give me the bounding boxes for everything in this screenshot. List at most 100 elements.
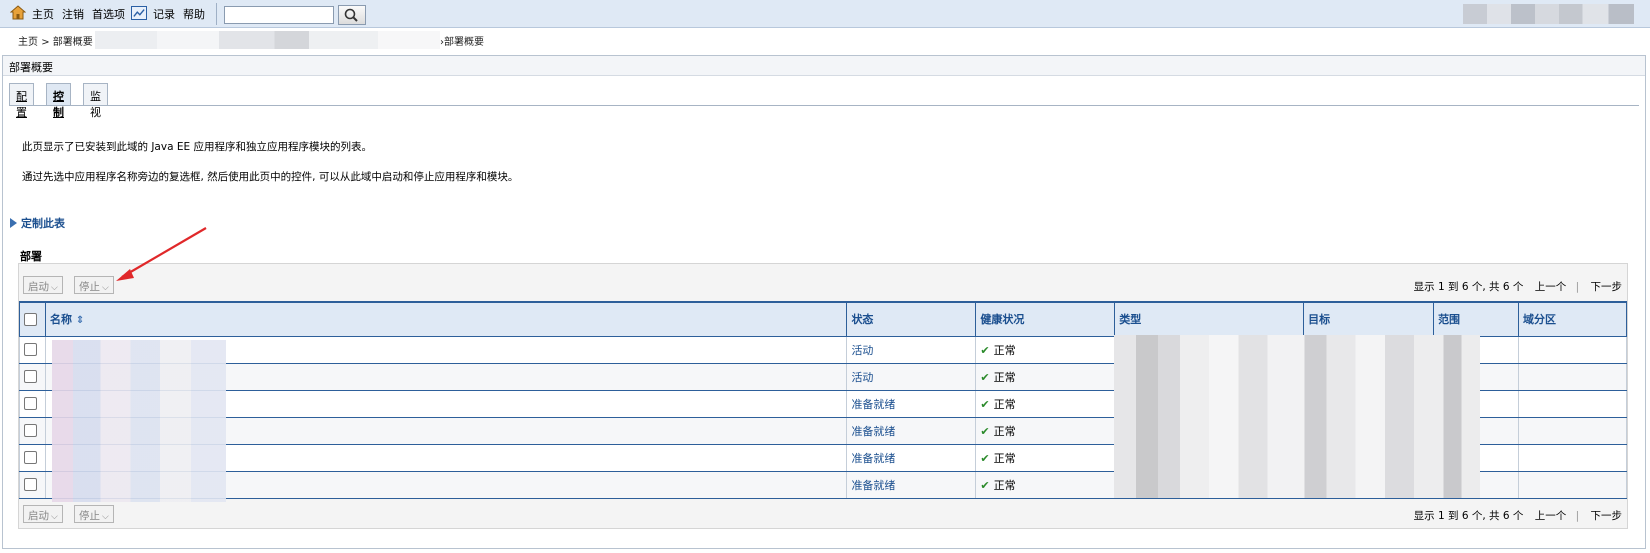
row-partition bbox=[1518, 336, 1627, 364]
row-state[interactable]: 活动 bbox=[846, 363, 977, 391]
row-health: ✔ 正常 bbox=[975, 417, 1116, 445]
record-icon[interactable] bbox=[131, 6, 147, 20]
pager-top: 显示 1 到 6 个, 共 6 个 上一个 | 下一步 bbox=[1413, 281, 1623, 293]
table-header-row: 名称 ⇕ 状态 健康状况 类型 目标 范围 域分区 bbox=[19, 301, 1627, 337]
breadcrumb: 主页 > 部署概要 : bbox=[18, 33, 99, 48]
col-partition[interactable]: 域分区 bbox=[1518, 301, 1627, 337]
row-partition bbox=[1518, 471, 1627, 499]
breadcrumb-home[interactable]: 主页 bbox=[18, 37, 38, 48]
stop-button-top[interactable]: 停止 ⌵ bbox=[74, 276, 114, 294]
pager-summary: 显示 1 到 6 个, 共 6 个 bbox=[1413, 510, 1524, 522]
col-health[interactable]: 健康状况 bbox=[975, 301, 1116, 337]
breadcrumb-current: ›部署概要 bbox=[440, 37, 484, 48]
row-health-label: 正常 bbox=[993, 451, 1016, 465]
type-target-scope-redacted bbox=[1114, 335, 1480, 498]
description-1: 此页显示了已安装到此域的 Java EE 应用程序和独立应用程序模块的列表。 bbox=[22, 141, 372, 153]
toolbar-divider bbox=[216, 3, 217, 25]
start-label: 启动 bbox=[28, 281, 49, 293]
tab-config[interactable]: 配置 bbox=[9, 83, 34, 119]
check-icon: ✔ bbox=[980, 451, 990, 465]
app-names-redacted bbox=[52, 340, 226, 502]
top-toolbar: 主页 注销 首选项 记录 帮助 bbox=[0, 0, 1650, 28]
check-icon: ✔ bbox=[980, 370, 990, 384]
tab-underline bbox=[9, 105, 1639, 106]
row-health-label: 正常 bbox=[993, 370, 1016, 384]
expand-arrow-icon bbox=[10, 218, 17, 228]
row-state[interactable]: 准备就绪 bbox=[846, 444, 977, 472]
pager-prev[interactable]: 上一个 bbox=[1535, 281, 1567, 293]
stop-button-bottom[interactable]: 停止 ⌵ bbox=[74, 505, 114, 523]
row-partition bbox=[1518, 417, 1627, 445]
row-state[interactable]: 准备就绪 bbox=[846, 390, 977, 418]
row-health: ✔ 正常 bbox=[975, 363, 1116, 391]
pager-bottom: 显示 1 到 6 个, 共 6 个 上一个 | 下一步 bbox=[1413, 510, 1623, 522]
section-title: 部署 bbox=[20, 250, 42, 263]
pager-prev[interactable]: 上一个 bbox=[1535, 510, 1567, 522]
row-checkbox[interactable] bbox=[24, 478, 37, 492]
row-partition bbox=[1518, 444, 1627, 472]
check-icon: ✔ bbox=[980, 478, 990, 492]
row-state[interactable]: 活动 bbox=[846, 336, 977, 364]
tab-monitor[interactable]: 监视 bbox=[83, 83, 108, 119]
stop-label: 停止 bbox=[79, 510, 100, 522]
col-scope[interactable]: 范围 bbox=[1433, 301, 1520, 337]
row-health: ✔ 正常 bbox=[975, 444, 1116, 472]
row-health: ✔ 正常 bbox=[975, 390, 1116, 418]
row-health: ✔ 正常 bbox=[975, 336, 1116, 364]
annotation-arrow-icon bbox=[116, 227, 207, 281]
breadcrumb-redacted bbox=[95, 31, 440, 49]
record-link[interactable]: 记录 bbox=[153, 6, 175, 22]
chevron-down-icon: ⌵ bbox=[102, 283, 109, 293]
sort-icon[interactable]: ⇕ bbox=[76, 315, 84, 326]
select-all-cell bbox=[19, 301, 46, 337]
search-button[interactable] bbox=[338, 5, 366, 25]
chevron-down-icon: ⌵ bbox=[51, 283, 58, 293]
col-name-label: 名称 bbox=[49, 313, 72, 327]
search-input[interactable] bbox=[224, 6, 334, 24]
row-checkbox[interactable] bbox=[24, 424, 37, 438]
col-target[interactable]: 目标 bbox=[1303, 301, 1435, 337]
search-icon bbox=[344, 8, 358, 22]
preferences-link[interactable]: 首选项 bbox=[92, 6, 125, 22]
customize-label: 定制此表 bbox=[21, 217, 65, 230]
row-checkbox[interactable] bbox=[24, 451, 37, 465]
breadcrumb-sep: > bbox=[41, 37, 50, 48]
row-state[interactable]: 准备就绪 bbox=[846, 417, 977, 445]
pager-next[interactable]: 下一步 bbox=[1591, 510, 1623, 522]
stop-label: 停止 bbox=[79, 281, 100, 293]
check-icon: ✔ bbox=[980, 397, 990, 411]
logout-link[interactable]: 注销 bbox=[62, 6, 84, 22]
check-icon: ✔ bbox=[980, 424, 990, 438]
row-health-label: 正常 bbox=[993, 397, 1016, 411]
col-name[interactable]: 名称 ⇕ bbox=[44, 301, 848, 337]
row-health-label: 正常 bbox=[993, 424, 1016, 438]
customize-table-link[interactable]: 定制此表 bbox=[10, 215, 65, 231]
row-checkbox[interactable] bbox=[24, 397, 37, 411]
description-2: 通过先选中应用程序名称旁边的复选框, 然后使用此页中的控件, 可以从此域中启动和… bbox=[22, 171, 519, 183]
row-health: ✔ 正常 bbox=[975, 471, 1116, 499]
user-info-redacted bbox=[1463, 4, 1634, 24]
tab-control[interactable]: 控制 bbox=[46, 83, 71, 119]
row-health-label: 正常 bbox=[993, 343, 1016, 357]
check-icon: ✔ bbox=[980, 343, 990, 357]
row-partition bbox=[1518, 390, 1627, 418]
row-partition bbox=[1518, 363, 1627, 391]
help-link[interactable]: 帮助 bbox=[183, 6, 205, 22]
home-link[interactable]: 主页 bbox=[32, 6, 54, 22]
start-label: 启动 bbox=[28, 510, 49, 522]
row-health-label: 正常 bbox=[993, 478, 1016, 492]
start-button-bottom[interactable]: 启动 ⌵ bbox=[23, 505, 63, 523]
start-button-top[interactable]: 启动 ⌵ bbox=[23, 276, 63, 294]
row-checkbox[interactable] bbox=[24, 370, 37, 384]
col-type[interactable]: 类型 bbox=[1114, 301, 1305, 337]
row-checkbox[interactable] bbox=[24, 343, 37, 357]
breadcrumb-deploy[interactable]: 部署概要 : bbox=[53, 37, 100, 48]
pager-summary: 显示 1 到 6 个, 共 6 个 bbox=[1413, 281, 1524, 293]
pager-next[interactable]: 下一步 bbox=[1591, 281, 1623, 293]
panel-title: 部署概要 bbox=[3, 56, 1645, 76]
chevron-down-icon: ⌵ bbox=[51, 512, 58, 522]
select-all-checkbox[interactable] bbox=[24, 313, 37, 326]
col-state[interactable]: 状态 bbox=[846, 301, 977, 337]
row-state[interactable]: 准备就绪 bbox=[846, 471, 977, 499]
home-icon[interactable] bbox=[10, 5, 26, 20]
